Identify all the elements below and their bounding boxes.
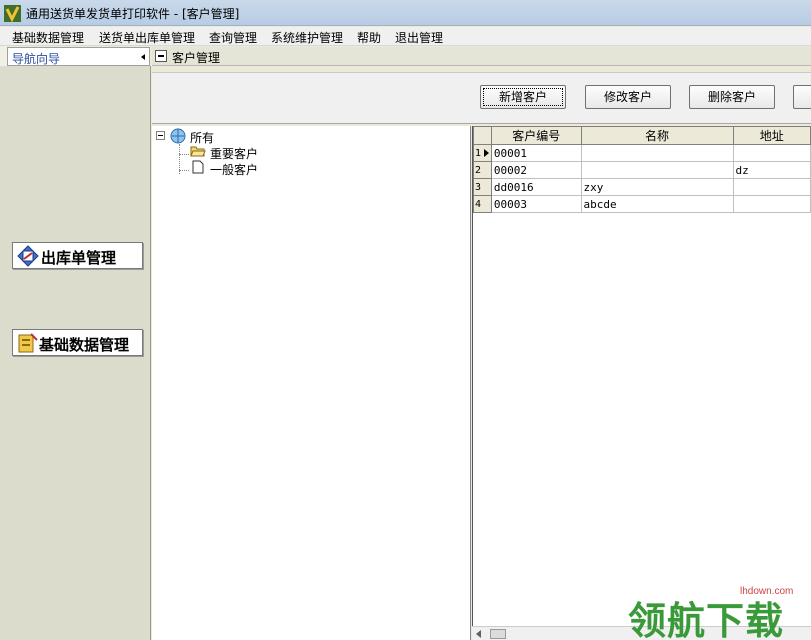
collapse-arrow-icon[interactable] — [141, 54, 145, 60]
cell-address[interactable]: dz — [732, 161, 811, 179]
nav-button-outbound[interactable]: 出库单管理 — [12, 242, 143, 269]
table-row[interactable]: 3 dd0016 zxy — [473, 178, 811, 196]
cell-address[interactable] — [732, 178, 811, 196]
row-index[interactable]: 1 — [473, 144, 492, 162]
more-button[interactable] — [793, 85, 811, 109]
nav-button-basic-data[interactable]: 基础数据管理 — [12, 329, 143, 356]
menu-help[interactable]: 帮助 — [357, 29, 381, 46]
scroll-left-icon[interactable] — [476, 630, 481, 638]
minimize-panel-icon[interactable] — [155, 50, 167, 62]
cell-code[interactable]: 00002 — [490, 161, 582, 179]
row-index[interactable]: 4 — [473, 195, 492, 213]
menu-bar: 基础数据管理 送货单出库单管理 查询管理 系统维护管理 帮助 退出管理 — [0, 27, 811, 46]
nav-header-title: 导航向导 — [12, 52, 61, 66]
tree-node-general[interactable]: 一般客户 — [210, 161, 258, 178]
tree-line — [179, 154, 189, 155]
globe-icon — [170, 128, 186, 144]
row-index[interactable]: 3 — [473, 178, 492, 196]
tree-node-important[interactable]: 重要客户 — [210, 145, 258, 162]
nav-panel: 出库单管理 基础数据管理 — [0, 66, 151, 640]
menu-basic-data[interactable]: 基础数据管理 — [12, 29, 84, 46]
cell-address[interactable] — [732, 144, 811, 162]
cell-name[interactable]: abcde — [580, 195, 734, 213]
menu-delivery[interactable]: 送货单出库单管理 — [99, 29, 195, 46]
watermark: lhdown.com 领航下载 — [628, 584, 808, 640]
cell-code[interactable]: dd0016 — [490, 178, 582, 196]
title-bar: 通用送货单发货单打印软件 - [客户管理] — [0, 0, 811, 26]
delete-customer-button[interactable]: 删除客户 — [689, 85, 775, 109]
panel-title: 客户管理 — [172, 51, 221, 65]
row-index[interactable]: 2 — [473, 161, 492, 179]
toolbar: 新增客户 修改客户 删除客户 — [152, 72, 811, 124]
tree-line — [179, 170, 189, 171]
folder-open-icon — [190, 146, 206, 157]
panel-header: 客户管理 — [152, 47, 811, 66]
cell-code[interactable]: 00001 — [490, 144, 582, 162]
database-icon — [18, 333, 38, 353]
current-row-pointer-icon — [483, 149, 489, 157]
customer-grid: 客户编号 名称 地址 1 00001 2 00002 dz 3 dd0016 z… — [472, 126, 811, 640]
menu-system[interactable]: 系统维护管理 — [271, 29, 343, 46]
outbound-icon — [17, 245, 39, 267]
scroll-thumb[interactable] — [490, 629, 506, 639]
table-row[interactable]: 4 00003 abcde — [473, 195, 811, 213]
edit-customer-button[interactable]: 修改客户 — [585, 85, 671, 109]
menu-query[interactable]: 查询管理 — [209, 29, 257, 46]
column-header-name[interactable]: 名称 — [580, 126, 734, 145]
nav-button-label: 出库单管理 — [41, 249, 117, 267]
collapse-tree-icon[interactable] — [156, 131, 165, 140]
watermark-text: 领航下载 — [628, 599, 785, 640]
nav-header: 导航向导 — [7, 47, 150, 66]
add-customer-button[interactable]: 新增客户 — [480, 85, 566, 109]
cell-code[interactable]: 00003 — [490, 195, 582, 213]
cell-name[interactable] — [580, 161, 734, 179]
menu-exit[interactable]: 退出管理 — [395, 29, 443, 46]
table-row[interactable]: 2 00002 dz — [473, 161, 811, 179]
grid-corner — [473, 126, 492, 145]
document-icon — [192, 160, 204, 174]
table-row[interactable]: 1 00001 — [473, 144, 811, 162]
nav-button-label: 基础数据管理 — [39, 336, 130, 354]
cell-name[interactable]: zxy — [580, 178, 734, 196]
app-icon — [4, 5, 21, 22]
cell-address[interactable] — [732, 195, 811, 213]
column-header-code[interactable]: 客户编号 — [490, 126, 582, 145]
window-title: 通用送货单发货单打印软件 - [客户管理] — [26, 7, 240, 21]
column-header-address[interactable]: 地址 — [732, 126, 811, 145]
customer-category-tree: 所有 重要客户 一般客户 — [152, 126, 471, 640]
cell-name[interactable] — [580, 144, 734, 162]
